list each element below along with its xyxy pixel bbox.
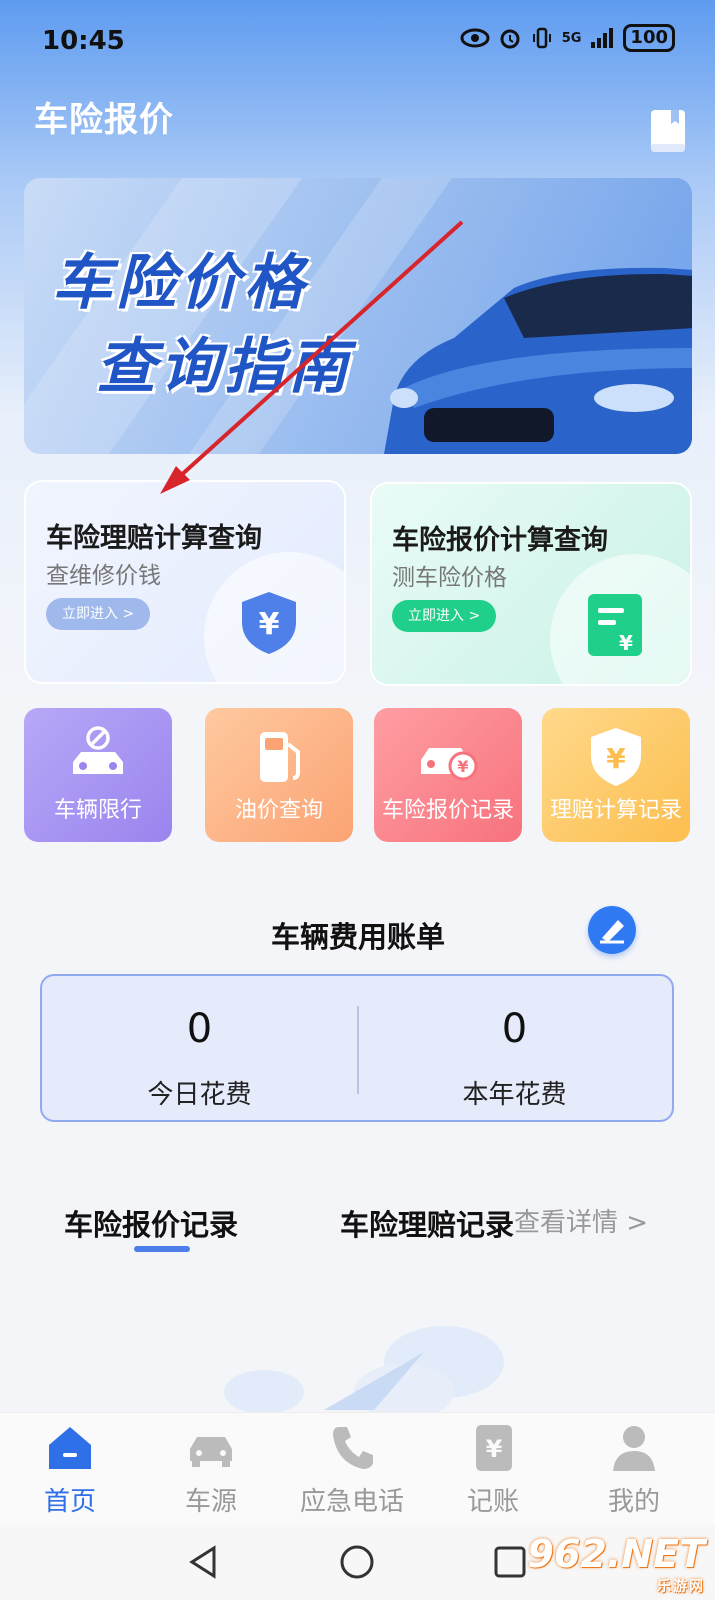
svg-text:¥: ¥ — [259, 607, 280, 642]
expense-bill-card: 车辆费用账单 0 今日花费 0 本年花费 — [24, 884, 692, 1132]
signal-icon — [591, 28, 614, 48]
status-time: 10:45 — [42, 26, 125, 56]
svg-text:¥: ¥ — [606, 742, 626, 775]
pen-icon — [600, 920, 624, 944]
back-icon[interactable] — [184, 1542, 224, 1582]
alarm-icon — [500, 29, 520, 49]
today-expense[interactable]: 0 今日花费 — [42, 976, 357, 1120]
nav-home[interactable]: 首页 — [10, 1421, 130, 1518]
svg-text:¥: ¥ — [486, 1435, 503, 1463]
year-expense-label: 本年花费 — [462, 1080, 567, 1110]
home-icon — [49, 1427, 91, 1469]
bottom-nav: 首页 车源 应急电话 ¥ 记账 我的 — [0, 1412, 715, 1524]
eye-icon — [460, 28, 490, 48]
shield-yuan-icon: ¥ — [242, 592, 296, 654]
network-label: 5G — [561, 30, 582, 46]
tile-quote-records-label: 车险报价记录 — [381, 798, 514, 823]
edit-bill-button[interactable] — [588, 906, 636, 954]
claim-card-subtitle: 查维修价钱 — [46, 563, 161, 589]
vibrate-icon — [532, 27, 551, 49]
banner-title-line2: 查询指南 — [96, 332, 352, 402]
recents-icon[interactable] — [490, 1542, 530, 1582]
shield-yuan-icon: ¥ — [591, 728, 641, 786]
quote-card-title: 车险报价计算查询 — [392, 525, 608, 556]
bill-yuan-icon: ¥ — [588, 594, 642, 656]
quote-card-subtitle: 测车险价格 — [392, 565, 507, 591]
claim-card-title: 车险理赔计算查询 — [46, 523, 262, 554]
quote-enter-button[interactable]: 立即进入 > — [392, 600, 497, 632]
banner-title-line1: 车险价格 — [52, 248, 308, 318]
svg-text:¥: ¥ — [457, 757, 468, 776]
quote-calc-card[interactable]: 车险报价计算查询 测车险价格 立即进入 > ¥ — [370, 482, 692, 686]
nav-emergency-call[interactable]: 应急电话 — [292, 1421, 412, 1518]
nav-profile[interactable]: 我的 — [574, 1421, 694, 1518]
site-watermark: 962.NET 乐游网 — [528, 1532, 705, 1596]
bill-summary-box: 0 今日花费 0 本年花费 — [40, 974, 674, 1122]
status-icons: 5G 100 — [460, 24, 675, 52]
claim-calc-card[interactable]: 车险理赔计算查询 查维修价钱 立即进入 > ¥ — [24, 480, 346, 684]
nav-profile-label: 我的 — [607, 1487, 660, 1517]
active-tab-indicator — [134, 1246, 190, 1252]
tile-claim-records[interactable]: ¥ 理赔计算记录 — [542, 708, 690, 842]
tab-quote-records[interactable]: 车险报价记录 — [64, 1202, 238, 1244]
promo-banner[interactable]: 车险价格 查询指南 — [24, 178, 692, 454]
book-icon[interactable] — [649, 108, 687, 154]
tile-oil-price[interactable]: 油价查询 — [205, 708, 353, 842]
tile-oil-price-label: 油价查询 — [234, 798, 323, 823]
today-expense-value: 0 — [186, 1006, 213, 1052]
nav-home-label: 首页 — [43, 1487, 96, 1517]
system-nav-bar: 962.NET 乐游网 — [0, 1524, 715, 1600]
watermark-sub: 乐游网 — [657, 1579, 705, 1595]
today-expense-label: 今日花费 — [147, 1080, 252, 1110]
phone-icon — [333, 1427, 373, 1469]
claim-enter-button[interactable]: 立即进入 > — [46, 598, 151, 630]
view-details-link[interactable]: 查看详情 > — [514, 1202, 648, 1239]
nav-car-source-label: 车源 — [184, 1487, 237, 1517]
user-icon — [613, 1426, 655, 1471]
battery-indicator: 100 — [623, 24, 675, 52]
page-title: 车险报价 — [34, 100, 174, 140]
gas-pump-icon — [260, 732, 300, 782]
nav-car-source[interactable]: 车源 — [151, 1421, 271, 1518]
car-restriction-icon — [73, 726, 123, 774]
nav-emergency-call-label: 应急电话 — [299, 1487, 404, 1517]
tile-claim-records-label: 理赔计算记录 — [549, 798, 682, 823]
car-yuan-icon: ¥ — [421, 748, 478, 781]
tile-vehicle-restriction[interactable]: 车辆限行 — [24, 708, 172, 842]
year-expense[interactable]: 0 本年花费 — [357, 976, 672, 1120]
tab-claim-records[interactable]: 车险理赔记录 — [340, 1202, 514, 1244]
watermark-main: 962.NET — [527, 1532, 705, 1576]
nav-ledger[interactable]: ¥ 记账 — [433, 1421, 553, 1518]
ledger-icon: ¥ — [476, 1425, 512, 1471]
home-circle-icon[interactable] — [337, 1542, 377, 1582]
car-image — [384, 267, 692, 454]
tile-quote-records[interactable]: ¥ 车险报价记录 — [374, 708, 522, 842]
tile-vehicle-restriction-label: 车辆限行 — [53, 798, 142, 823]
car-icon — [190, 1437, 232, 1467]
records-card: 车险报价记录 车险理赔记录 查看详情 > — [24, 1172, 692, 1412]
empty-state-illustration — [224, 1326, 504, 1412]
nav-ledger-label: 记账 — [466, 1487, 519, 1517]
svg-text:¥: ¥ — [619, 631, 633, 655]
year-expense-value: 0 — [501, 1006, 528, 1052]
